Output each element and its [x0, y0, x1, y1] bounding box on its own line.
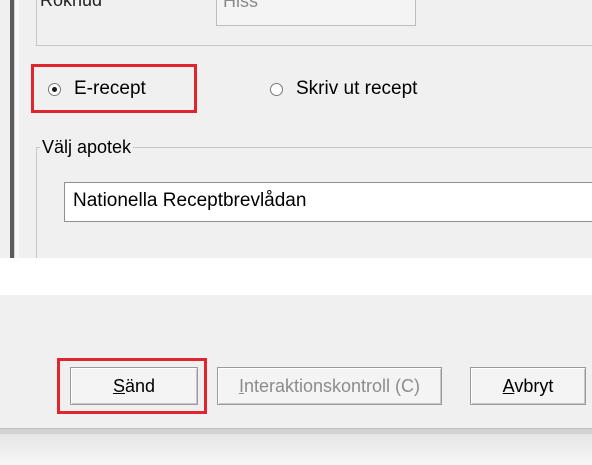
window-left-border-inner: [14, 0, 19, 258]
pharmacy-field[interactable]: Nationella Receptbrevlådan: [64, 182, 592, 222]
cut-off-field: Hiss: [216, 0, 416, 26]
highlight-box-e-recept: [31, 64, 197, 113]
interaction-check-button[interactable]: Interaktionskontroll (C): [217, 367, 442, 405]
cancel-button[interactable]: Avbryt: [470, 367, 586, 405]
cut-off-label: Rökhud: [40, 0, 103, 10]
radio-skriv-ut-recept[interactable]: Skriv ut recept: [270, 75, 417, 103]
radio-button-skriv-ut[interactable]: [270, 82, 283, 96]
cancel-accel: A: [502, 376, 515, 396]
radio-label-skriv-ut: Skriv ut recept: [296, 78, 418, 99]
highlight-box-send: [57, 358, 207, 414]
interaction-label-rest: nteraktionskontroll (C): [243, 376, 421, 396]
dialog-top-fragment: Rökhud Hiss E-recept Skriv ut recept Väl…: [0, 0, 592, 258]
dialog-bottom-fragment: Sänd Interaktionskontroll (C) Avbryt: [0, 295, 592, 465]
cancel-label-rest: vbryt: [514, 376, 554, 396]
window-bottom-shadow: [0, 434, 592, 465]
pharmacy-group-legend: Välj apotek: [40, 137, 134, 158]
